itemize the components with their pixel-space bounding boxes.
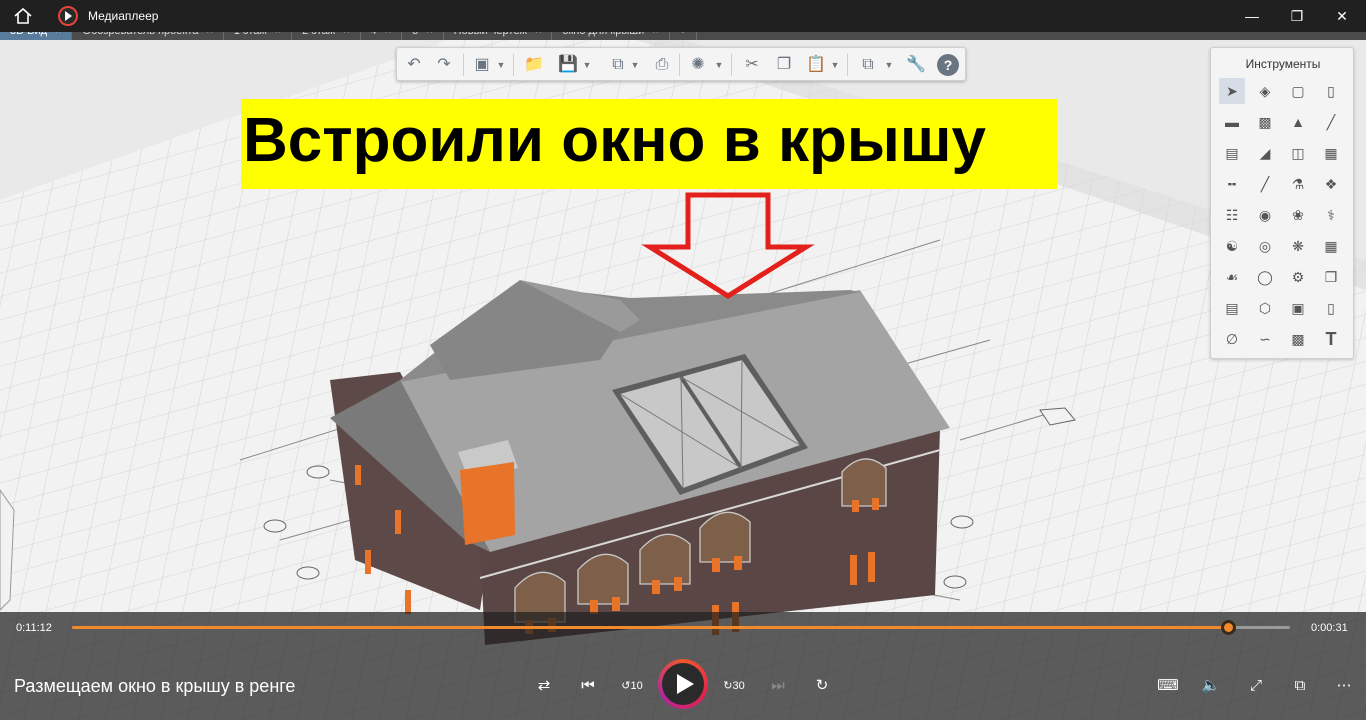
stair-tool-icon[interactable]: ▤ <box>1219 140 1245 166</box>
miniplayer-icon[interactable]: ⧉ <box>1286 674 1314 698</box>
undo-icon[interactable]: ↶ <box>403 54 425 76</box>
symbol-d-tool-icon[interactable]: ▦ <box>1318 233 1344 259</box>
bike-tool-icon[interactable]: ⚙ <box>1285 264 1311 290</box>
subtitles-icon[interactable]: ⌨ <box>1154 674 1182 698</box>
elapsed-time: 0:11:12 <box>16 622 52 634</box>
line-tool-icon[interactable]: ╱ <box>1252 171 1278 197</box>
shape-tool-icon[interactable]: ⬡ <box>1252 295 1278 321</box>
copy-object-tool-icon[interactable]: ❐ <box>1318 264 1344 290</box>
export-icon[interactable]: ⧉ <box>607 54 629 76</box>
railing-tool-icon[interactable]: ╍ <box>1219 171 1245 197</box>
appliance-tool-icon[interactable]: ◉ <box>1252 202 1278 228</box>
caption-banner: Встроили окно в крышу <box>241 99 1057 189</box>
repeat-icon[interactable]: ↻ <box>808 674 836 698</box>
paste-icon[interactable]: 📋 <box>805 54 827 76</box>
pipe-tool-icon[interactable]: ❖ <box>1318 171 1344 197</box>
column-tool-icon[interactable]: ▯ <box>1318 78 1344 104</box>
view-orbit-icon[interactable]: ✺ <box>687 54 709 76</box>
cabinet-tool-icon[interactable]: ▤ <box>1219 295 1245 321</box>
select-tool-icon[interactable]: ➤ <box>1219 78 1245 104</box>
skip-back-10-icon[interactable]: ↺10 <box>618 674 646 698</box>
fullscreen-icon[interactable]: ⤢ <box>1242 674 1270 698</box>
symbol-a-tool-icon[interactable]: ☯ <box>1219 233 1245 259</box>
window-title: Медиаплеер <box>88 9 159 23</box>
minimize-button[interactable]: — <box>1237 5 1267 27</box>
media-player-app-icon <box>58 6 78 26</box>
skip-forward-label: 30 <box>732 680 745 692</box>
media-player-window: Медиаплеер — ❐ ✕ 3D Вид× Обозреватель пр… <box>0 0 1366 720</box>
dormer-window <box>460 462 515 545</box>
lamp-tool-icon[interactable]: ◯ <box>1252 264 1278 290</box>
chevron-down-icon[interactable]: ▼ <box>629 54 641 76</box>
copy-icon[interactable]: ❐ <box>773 54 795 76</box>
curve-tool-icon[interactable]: ∽ <box>1252 326 1278 352</box>
tools-panel-title: Инструменты <box>1245 57 1321 71</box>
wrench-icon[interactable]: 🔧 <box>905 54 927 76</box>
slab-tool-icon[interactable]: ▬ <box>1219 109 1245 135</box>
window-tool-icon[interactable]: ▦ <box>1318 140 1344 166</box>
chevron-down-icon[interactable]: ▼ <box>829 54 841 76</box>
save-icon[interactable]: 💾 <box>557 54 579 76</box>
person-tool-icon[interactable]: ⚕ <box>1318 202 1344 228</box>
title-bar: Медиаплеер — ❐ ✕ <box>0 0 1366 32</box>
door-tool-icon[interactable]: ◫ <box>1285 140 1311 166</box>
help-icon[interactable]: ? <box>937 54 959 76</box>
remaining-time: 0:00:31 <box>1311 622 1348 634</box>
ramp-tool-icon[interactable]: ◢ <box>1252 140 1278 166</box>
wall-tool-icon[interactable]: ◈ <box>1252 78 1278 104</box>
close-button[interactable]: ✕ <box>1327 5 1357 27</box>
seek-bar-thumb[interactable] <box>1221 620 1237 635</box>
text-tool-icon[interactable]: T <box>1318 326 1344 352</box>
tools-panel: Инструменты ➤ ◈ ▢ ▯ ▬ ▩ ▲ ╱ ▤ ◢ ◫ ▦ ╍ ╱ … <box>1210 47 1354 359</box>
symbol-e-tool-icon[interactable]: ☙ <box>1219 264 1245 290</box>
more-options-icon[interactable]: ⋯ <box>1330 674 1358 698</box>
previous-icon[interactable]: ⏮ <box>574 674 602 698</box>
seek-bar-fill <box>72 626 1230 629</box>
floor-tool-icon[interactable]: ▩ <box>1252 109 1278 135</box>
symbol-c-tool-icon[interactable]: ❋ <box>1285 233 1311 259</box>
chevron-down-icon[interactable]: ▼ <box>713 54 725 76</box>
chevron-down-icon[interactable]: ▼ <box>495 54 507 76</box>
redo-icon[interactable]: ↷ <box>433 54 455 76</box>
room-tool-icon[interactable]: ▢ <box>1285 78 1311 104</box>
roof-tool-icon[interactable]: ▲ <box>1285 109 1311 135</box>
dimension-tool-icon[interactable]: ∅ <box>1219 326 1245 352</box>
chevron-down-icon[interactable]: ▼ <box>581 54 593 76</box>
print-icon[interactable]: ⎙ <box>651 54 673 76</box>
plant-tool-icon[interactable]: ❀ <box>1285 202 1311 228</box>
media-controls: 0:11:12 0:00:31 Размещаем окно в крышу в… <box>0 612 1366 720</box>
play-icon <box>662 663 704 705</box>
object-tool-icon[interactable]: ⚗ <box>1285 171 1311 197</box>
furniture-tool-icon[interactable]: ☷ <box>1219 202 1245 228</box>
media-title: Размещаем окно в крышу в ренге <box>14 676 296 696</box>
skip-back-label: 10 <box>630 680 643 692</box>
hatch-tool-icon[interactable]: ▩ <box>1285 326 1311 352</box>
volume-icon[interactable]: 🔈 <box>1197 674 1225 698</box>
play-button[interactable] <box>658 659 708 709</box>
home-icon[interactable] <box>12 6 34 26</box>
panel-tool-icon[interactable]: ▯ <box>1318 295 1344 321</box>
caption-text: Встроили окно в крышу <box>243 106 987 175</box>
symbol-b-tool-icon[interactable]: ◎ <box>1252 233 1278 259</box>
layers-icon[interactable]: ⧉ <box>857 54 879 76</box>
shuffle-icon[interactable]: ⇄ <box>530 674 558 698</box>
open-folder-icon[interactable]: 📁 <box>523 54 545 76</box>
chevron-down-icon[interactable]: ▼ <box>883 54 895 76</box>
cut-icon[interactable]: ✂ <box>741 54 763 76</box>
beam-tool-icon[interactable]: ╱ <box>1318 109 1344 135</box>
skip-forward-30-icon[interactable]: ↻30 <box>720 674 748 698</box>
3d-box-icon[interactable]: ▣ <box>471 54 493 76</box>
next-icon[interactable]: ⏭ <box>764 674 792 698</box>
camera-tool-icon[interactable]: ▣ <box>1285 295 1311 321</box>
maximize-button[interactable]: ❐ <box>1282 5 1312 27</box>
main-toolbar: ↶ ↷ ▣ ▼ 📁 💾 ▼ ⧉ ▼ ⎙ ✺ ▼ ✂ ❐ 📋 ▼ ⧉ ▼ 🔧 ? <box>396 47 966 81</box>
